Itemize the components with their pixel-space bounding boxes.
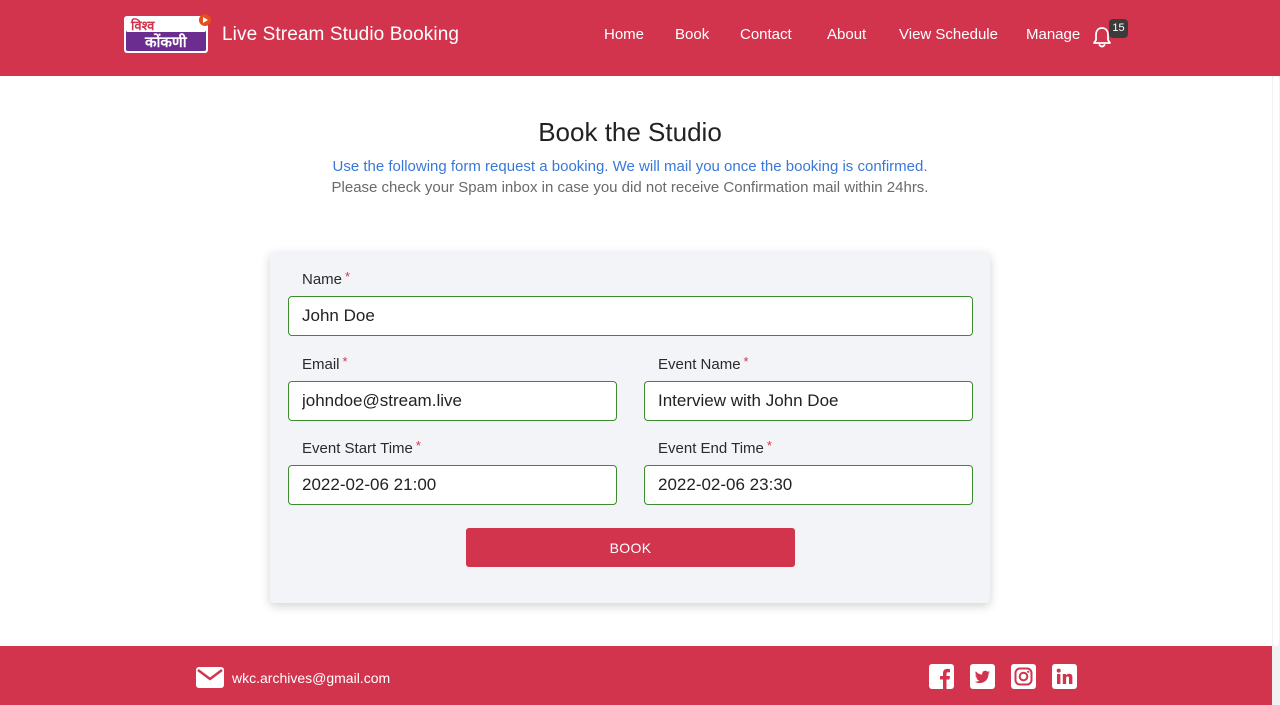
event-start-field[interactable] bbox=[288, 465, 617, 505]
required-marker: * bbox=[766, 438, 772, 453]
linkedin-icon[interactable] bbox=[1052, 664, 1077, 689]
logo-text-top: विश्व bbox=[130, 18, 155, 34]
booking-form: Name* Email* Event Name* Event Start Tim… bbox=[270, 252, 990, 603]
page-scrollbar[interactable] bbox=[1272, 76, 1280, 705]
footer: wkc.archives@gmail.com bbox=[0, 646, 1280, 705]
nav-manage[interactable]: Manage bbox=[1026, 26, 1080, 43]
name-label: Name * bbox=[302, 269, 351, 288]
nav-home[interactable]: Home bbox=[604, 26, 644, 43]
brand-title[interactable]: Live Stream Studio Booking bbox=[222, 24, 459, 46]
nav-view-schedule[interactable]: View Schedule bbox=[899, 26, 998, 43]
instagram-icon[interactable] bbox=[1011, 664, 1036, 689]
event-name-label: Event Name * bbox=[658, 354, 749, 373]
top-navbar: विश्व कोंकणी Live Stream Studio Booking … bbox=[0, 0, 1280, 76]
required-marker: * bbox=[415, 438, 421, 453]
name-field[interactable] bbox=[288, 296, 973, 336]
email-label: Email * bbox=[302, 354, 348, 373]
logo[interactable]: विश्व कोंकणी bbox=[123, 14, 211, 55]
nav-book[interactable]: Book bbox=[675, 26, 709, 43]
notification-badge: 15 bbox=[1109, 19, 1128, 38]
nav-about[interactable]: About bbox=[827, 26, 866, 43]
facebook-icon[interactable] bbox=[929, 664, 954, 689]
required-marker: * bbox=[345, 269, 351, 284]
page-title: Book the Studio bbox=[538, 117, 722, 147]
scrollbar-thumb[interactable] bbox=[1273, 76, 1279, 646]
event-start-label: Event Start Time * bbox=[302, 438, 421, 457]
booking-info-note: Use the following form request a booking… bbox=[332, 158, 928, 175]
event-end-label: Event End Time * bbox=[658, 438, 772, 457]
event-name-field[interactable] bbox=[644, 381, 973, 421]
twitter-icon[interactable] bbox=[970, 664, 995, 689]
event-end-field[interactable] bbox=[644, 465, 973, 505]
spam-inbox-note: Please check your Spam inbox in case you… bbox=[331, 179, 929, 196]
mail-icon[interactable] bbox=[196, 667, 224, 688]
required-marker: * bbox=[743, 354, 749, 369]
book-button[interactable]: BOOK bbox=[466, 528, 795, 567]
required-marker: * bbox=[342, 354, 348, 369]
nav-contact[interactable]: Contact bbox=[740, 26, 792, 43]
footer-email[interactable]: wkc.archives@gmail.com bbox=[232, 670, 390, 686]
email-field[interactable] bbox=[288, 381, 617, 421]
logo-text-bottom: कोंकणी bbox=[144, 33, 188, 51]
